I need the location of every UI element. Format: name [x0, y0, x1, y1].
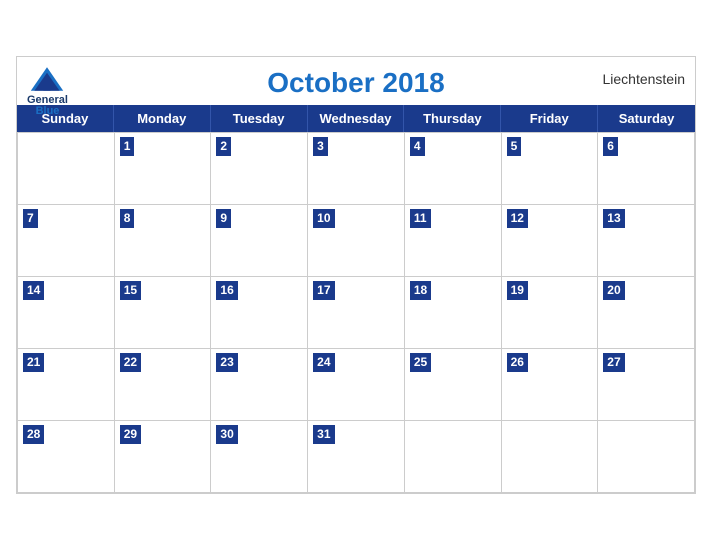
- day-number: 16: [216, 281, 237, 300]
- day-cell: [405, 421, 502, 493]
- day-cell: 12: [502, 205, 599, 277]
- day-number: 29: [120, 425, 141, 444]
- day-number: 12: [507, 209, 528, 228]
- day-number: 9: [216, 209, 231, 228]
- day-number: 8: [120, 209, 135, 228]
- logo-blue-text: Blue: [36, 106, 60, 117]
- header-tuesday: Tuesday: [211, 105, 308, 132]
- day-number: 31: [313, 425, 334, 444]
- day-cell: 29: [115, 421, 212, 493]
- day-number: 7: [23, 209, 38, 228]
- day-cell: 3: [308, 133, 405, 205]
- header-monday: Monday: [114, 105, 211, 132]
- day-number: 3: [313, 137, 328, 156]
- day-cell: 26: [502, 349, 599, 421]
- day-number: 15: [120, 281, 141, 300]
- day-number: 13: [603, 209, 624, 228]
- day-number: 2: [216, 137, 231, 156]
- day-cell: 14: [18, 277, 115, 349]
- day-number: 6: [603, 137, 618, 156]
- day-cell: 7: [18, 205, 115, 277]
- day-cell: 17: [308, 277, 405, 349]
- day-cell: 13: [598, 205, 695, 277]
- day-cell: 28: [18, 421, 115, 493]
- day-cell: 31: [308, 421, 405, 493]
- day-cell: 16: [211, 277, 308, 349]
- calendar-grid: 1234567891011121314151617181920212223242…: [17, 132, 695, 493]
- day-number: 19: [507, 281, 528, 300]
- day-cell: 20: [598, 277, 695, 349]
- day-cell: 25: [405, 349, 502, 421]
- country-label: Liechtenstein: [602, 71, 685, 87]
- calendar-title: October 2018: [267, 67, 444, 99]
- day-number: 14: [23, 281, 44, 300]
- day-number: 10: [313, 209, 334, 228]
- logo-icon: [29, 65, 65, 93]
- day-cell: [598, 421, 695, 493]
- day-number: 23: [216, 353, 237, 372]
- day-cell: 11: [405, 205, 502, 277]
- day-number: 26: [507, 353, 528, 372]
- day-cell: 30: [211, 421, 308, 493]
- day-cell: 18: [405, 277, 502, 349]
- day-cell: 23: [211, 349, 308, 421]
- day-number: 11: [410, 209, 431, 228]
- day-number: 18: [410, 281, 431, 300]
- day-number: 27: [603, 353, 624, 372]
- day-number: 25: [410, 353, 431, 372]
- day-number: 30: [216, 425, 237, 444]
- day-cell: 24: [308, 349, 405, 421]
- day-cell: 1: [115, 133, 212, 205]
- day-cell: 15: [115, 277, 212, 349]
- header-saturday: Saturday: [598, 105, 695, 132]
- day-cell: 10: [308, 205, 405, 277]
- day-cell: [502, 421, 599, 493]
- day-number: 4: [410, 137, 425, 156]
- day-cell: 9: [211, 205, 308, 277]
- day-cell: 8: [115, 205, 212, 277]
- day-cell: [18, 133, 115, 205]
- logo-area: General Blue: [27, 65, 68, 117]
- day-number: 20: [603, 281, 624, 300]
- day-cell: 19: [502, 277, 599, 349]
- day-cell: 4: [405, 133, 502, 205]
- day-cell: 22: [115, 349, 212, 421]
- day-cell: 21: [18, 349, 115, 421]
- day-cell: 27: [598, 349, 695, 421]
- header-wednesday: Wednesday: [308, 105, 405, 132]
- day-cell: 6: [598, 133, 695, 205]
- day-number: 24: [313, 353, 334, 372]
- day-number: 21: [23, 353, 44, 372]
- day-cell: 5: [502, 133, 599, 205]
- day-number: 5: [507, 137, 522, 156]
- day-cell: 2: [211, 133, 308, 205]
- day-number: 22: [120, 353, 141, 372]
- calendar-container: General Blue October 2018 Liechtenstein …: [16, 56, 696, 494]
- day-number: 28: [23, 425, 44, 444]
- day-headers: Sunday Monday Tuesday Wednesday Thursday…: [17, 105, 695, 132]
- calendar-header: General Blue October 2018 Liechtenstein: [17, 57, 695, 105]
- day-number: 17: [313, 281, 334, 300]
- header-thursday: Thursday: [404, 105, 501, 132]
- header-friday: Friday: [501, 105, 598, 132]
- day-number: 1: [120, 137, 135, 156]
